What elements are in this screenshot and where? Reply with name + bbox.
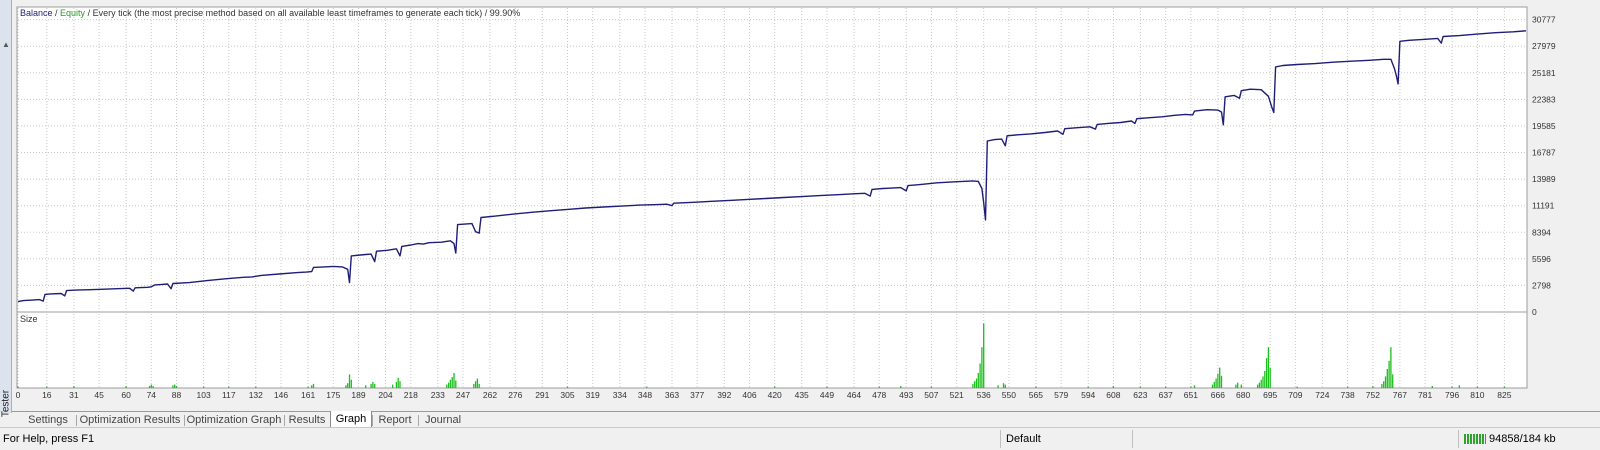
x-tick-label: 449 [820, 390, 834, 400]
x-tick-label: 796 [1445, 390, 1459, 400]
x-tick-label: 420 [768, 390, 782, 400]
help-hint: For Help, press F1 [3, 433, 95, 445]
x-tick-label: 666 [1211, 390, 1225, 400]
y-tick-label: 22383 [1532, 94, 1556, 104]
x-tick-label: 16 [42, 390, 52, 400]
x-tick-label: 233 [431, 390, 445, 400]
x-tick-label: 291 [535, 390, 549, 400]
x-tick-label: 0 [16, 390, 21, 400]
x-tick-label: 305 [560, 390, 574, 400]
collapse-arrow-icon[interactable]: ▲ [2, 40, 10, 49]
status-bar: For Help, press F1 Default 94858/184 kb [0, 427, 1600, 450]
x-tick-label: 132 [249, 390, 263, 400]
x-tick-label: 709 [1288, 390, 1302, 400]
tab-journal[interactable]: Journal [420, 412, 466, 428]
x-tick-label: 493 [899, 390, 913, 400]
x-tick-label: 103 [197, 390, 211, 400]
x-tick-label: 825 [1497, 390, 1511, 400]
tab-results[interactable]: Results [286, 412, 328, 428]
x-tick-label: 334 [613, 390, 627, 400]
x-tick-label: 392 [717, 390, 731, 400]
y-tick-label: 25181 [1532, 68, 1556, 78]
x-tick-label: 74 [147, 390, 157, 400]
x-tick-label: 319 [586, 390, 600, 400]
memory-value: 94858/184 kb [1489, 433, 1556, 445]
x-tick-label: 478 [872, 390, 886, 400]
profile-name: Default [1006, 433, 1041, 445]
x-tick-label: 146 [274, 390, 288, 400]
x-tick-label: 189 [351, 390, 365, 400]
chart-header: Balance / Equity / Every tick (the most … [20, 8, 520, 18]
legend-description: / Every tick (the most precise method ba… [85, 8, 520, 18]
x-tick-label: 594 [1081, 390, 1095, 400]
legend-equity: Equity [60, 8, 86, 18]
tester-side-strip[interactable]: ▲ Tester [0, 0, 12, 417]
x-tick-label: 363 [665, 390, 679, 400]
y-tick-label: 27979 [1532, 41, 1556, 51]
x-tick-label: 31 [69, 390, 79, 400]
x-tick-label: 262 [483, 390, 497, 400]
tester-caption: Tester [0, 389, 12, 418]
y-tick-label: 8394 [1532, 227, 1551, 237]
x-tick-label: 695 [1263, 390, 1277, 400]
memory-indicator: 94858/184 kb [1464, 428, 1556, 450]
x-tick-label: 435 [795, 390, 809, 400]
legend-balance: Balance [20, 8, 53, 18]
x-tick-label: 608 [1106, 390, 1120, 400]
x-tick-label: 60 [121, 390, 131, 400]
y-tick-label: 2798 [1532, 280, 1551, 290]
x-tick-label: 204 [378, 390, 392, 400]
y-tick-label: 16787 [1532, 148, 1556, 158]
x-tick-label: 45 [94, 390, 104, 400]
size-pane-label: Size [20, 314, 38, 324]
connection-bars-icon [1464, 434, 1486, 445]
x-tick-label: 521 [950, 390, 964, 400]
y-tick-label: 19585 [1532, 121, 1556, 131]
x-tick-label: 623 [1133, 390, 1147, 400]
tab-settings[interactable]: Settings [22, 412, 74, 428]
y-tick-label: 11191 [1532, 201, 1555, 211]
x-tick-label: 767 [1393, 390, 1407, 400]
y-tick-label: 30777 [1532, 15, 1556, 25]
x-tick-label: 464 [847, 390, 861, 400]
x-tick-label: 810 [1470, 390, 1484, 400]
x-tick-label: 651 [1184, 390, 1198, 400]
y-tick-label: 0 [1532, 307, 1537, 317]
x-tick-label: 406 [742, 390, 756, 400]
x-tick-label: 348 [638, 390, 652, 400]
x-tick-label: 752 [1366, 390, 1380, 400]
strategy-tester-chart: 0 2798 5596 8394 11191 13989 16787 19585 22383 25… [12, 0, 1600, 411]
y-tick-label: 13989 [1532, 174, 1556, 184]
x-tick-label: 724 [1315, 390, 1329, 400]
x-tick-label: 175 [326, 390, 340, 400]
x-tick-label: 781 [1418, 390, 1432, 400]
x-tick-label: 117 [222, 390, 236, 400]
tab-optimization-results[interactable]: Optimization Results [78, 412, 182, 428]
tab-report[interactable]: Report [374, 412, 416, 428]
x-tick-label: 276 [508, 390, 522, 400]
x-tick-label: 637 [1159, 390, 1173, 400]
x-tick-label: 550 [1002, 390, 1016, 400]
tab-optimization-graph[interactable]: Optimization Graph [186, 412, 282, 428]
x-tick-label: 218 [404, 390, 418, 400]
x-tick-label: 579 [1054, 390, 1068, 400]
x-tick-label: 377 [690, 390, 704, 400]
x-tick-label: 565 [1029, 390, 1043, 400]
y-tick-label: 5596 [1532, 254, 1551, 264]
x-tick-label: 88 [172, 390, 182, 400]
x-tick-label: 536 [977, 390, 991, 400]
tester-tab-bar: Settings Optimization Results Optimization… [12, 411, 1600, 429]
x-tick-label: 161 [301, 390, 315, 400]
x-tick-label: 247 [456, 390, 470, 400]
x-tick-label: 507 [924, 390, 938, 400]
x-tick-label: 738 [1341, 390, 1355, 400]
x-tick-label: 680 [1236, 390, 1250, 400]
